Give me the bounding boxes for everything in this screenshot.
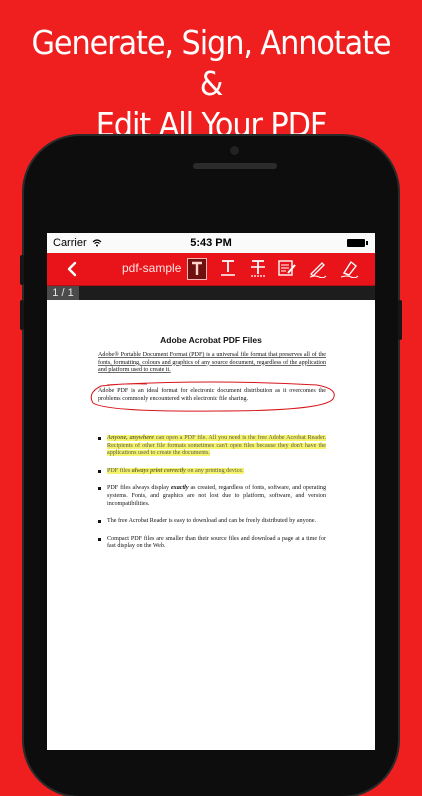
volume-button xyxy=(20,300,24,330)
text-tool-button[interactable] xyxy=(187,258,207,280)
chevron-left-icon xyxy=(67,261,77,277)
underline-tool-button[interactable] xyxy=(217,257,239,279)
text-tool-icon xyxy=(192,261,202,275)
eraser-tool-button[interactable] xyxy=(338,257,360,279)
status-bar: Carrier 5:43 PM xyxy=(47,233,375,253)
pen-tool-button[interactable] xyxy=(306,257,328,279)
front-camera xyxy=(230,146,239,155)
page-indicator: 1 / 1 xyxy=(47,286,79,300)
list-item: PDF files always print correctly on any … xyxy=(98,467,326,476)
editor-toolbar: pdf-sample xyxy=(47,253,375,286)
underline-text-icon xyxy=(221,260,235,276)
pdf-heading: Adobe Acrobat PDF Files xyxy=(160,335,262,345)
page-bar: 1 / 1 xyxy=(47,286,375,300)
eraser-icon xyxy=(340,260,359,278)
pen-icon xyxy=(309,262,327,278)
back-button[interactable] xyxy=(65,258,85,280)
status-time: 5:43 PM xyxy=(190,237,232,249)
strikethrough-text-icon xyxy=(251,260,265,277)
pdf-bullet-list: Anyone, anywhere can open a PDF file. Al… xyxy=(98,435,326,561)
power-button xyxy=(398,300,402,340)
list-item: The free Acrobat Reader is easy to downl… xyxy=(98,518,326,526)
list-item: Anyone, anywhere can open a PDF file. Al… xyxy=(98,435,326,458)
note-tool-button[interactable] xyxy=(276,257,298,279)
note-edit-icon xyxy=(278,260,296,276)
strikethrough-tool-button[interactable] xyxy=(247,257,269,279)
earpiece-speaker xyxy=(193,163,277,169)
list-item: PDF files always display exactly as crea… xyxy=(98,485,326,508)
pdf-paragraph-1: Adobe® Portable Document Format (PDF) is… xyxy=(98,352,326,374)
phone-screen: Carrier 5:43 PM pdf-sample 1 / 1 Adobe A… xyxy=(47,233,375,750)
list-item: Compact PDF files are smaller than their… xyxy=(98,536,326,551)
battery-icon xyxy=(347,239,368,247)
promo-line-1: Generate, Sign, Annotate & xyxy=(31,23,391,103)
pdf-page[interactable]: Adobe Acrobat PDF Files Adobe® Portable … xyxy=(47,300,375,750)
document-title: pdf-sample xyxy=(122,261,182,275)
pdf-paragraph-2: Adobe PDF is an ideal format for electro… xyxy=(98,388,326,402)
volume-button xyxy=(20,255,24,285)
